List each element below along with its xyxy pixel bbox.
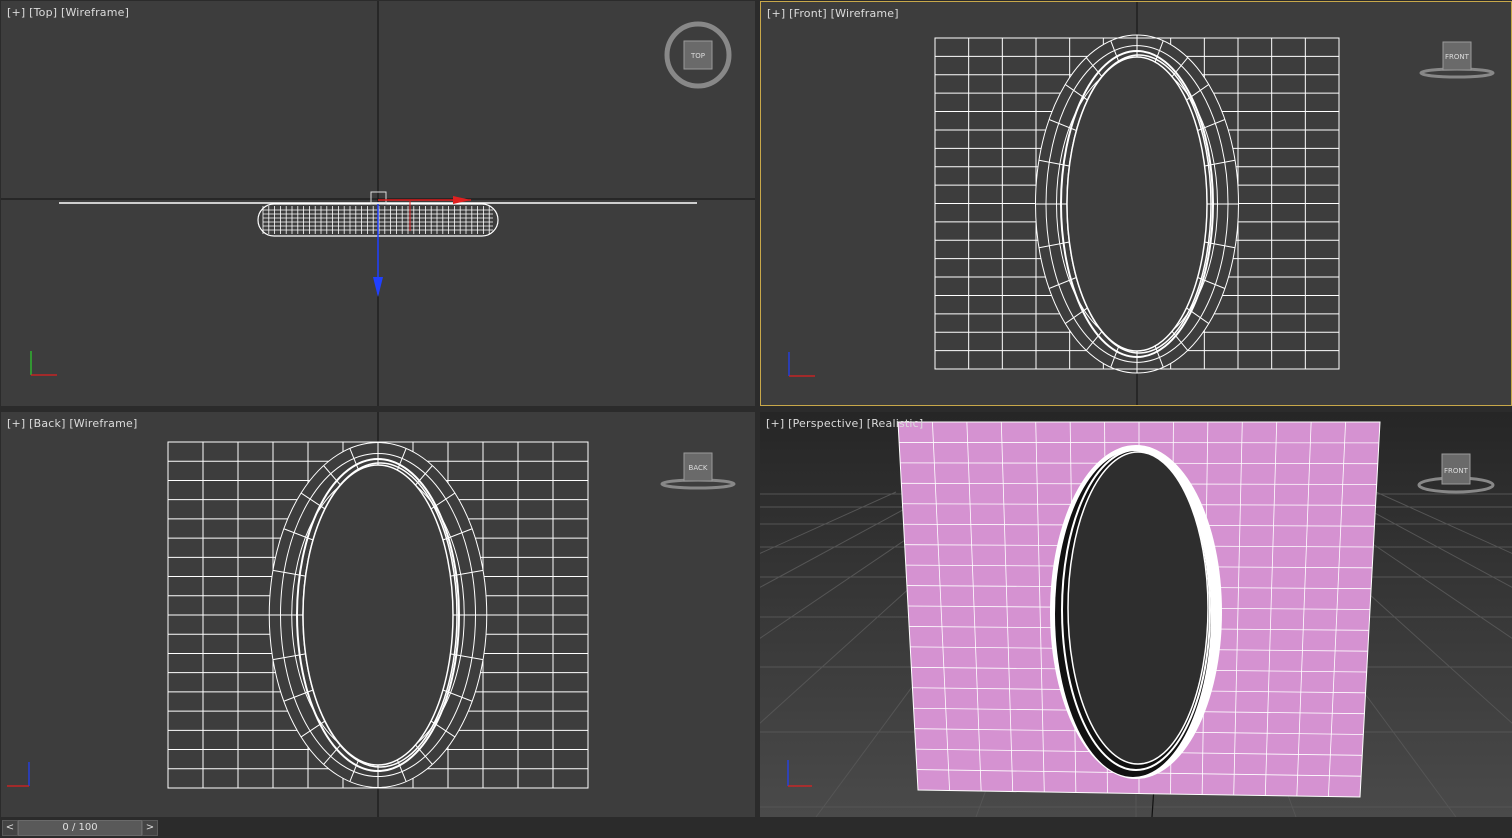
viewport-top[interactable]: TOP [+] [Top] [Wireframe] — [1, 1, 755, 406]
plane-wireframe[interactable] — [934, 34, 1340, 374]
prev-frame-button[interactable]: < — [2, 820, 18, 836]
plane-shaded[interactable] — [897, 421, 1381, 798]
viewport-shading-mode[interactable]: [Realistic] — [867, 417, 924, 430]
viewport-shading-mode[interactable]: [Wireframe] — [831, 7, 899, 20]
viewport-menu-plus[interactable]: [+] — [7, 6, 25, 19]
viewport-shading-mode[interactable]: [Wireframe] — [61, 6, 129, 19]
axis-tripod — [7, 762, 30, 787]
viewport-label-top[interactable]: [+] [Top] [Wireframe] — [7, 6, 129, 19]
svg-text:FRONT: FRONT — [1444, 467, 1469, 475]
viewport-perspective[interactable]: FRONT [+] [Perspective] [Realistic] — [760, 412, 1512, 817]
time-slider-bar: < 0 / 100 > — [0, 818, 1512, 838]
axis-tripod — [788, 352, 815, 377]
viewport-back[interactable]: BACK [+] [Back] [Wireframe] — [1, 412, 755, 817]
viewport-front[interactable]: FRONT [+] [Front] [Wireframe] — [760, 1, 1512, 406]
viewport-label-front[interactable]: [+] [Front] [Wireframe] — [767, 7, 899, 20]
viewport-back-canvas[interactable]: BACK — [1, 412, 755, 817]
svg-text:FRONT: FRONT — [1445, 53, 1470, 61]
time-slider[interactable]: 0 / 100 — [18, 820, 142, 836]
viewport-view-name[interactable]: [Perspective] — [788, 417, 863, 430]
viewport-menu-plus[interactable]: [+] — [766, 417, 784, 430]
view-cube-back[interactable]: BACK — [660, 452, 736, 490]
viewport-view-name[interactable]: [Back] — [29, 417, 66, 430]
viewport-label-perspective[interactable]: [+] [Perspective] [Realistic] — [766, 417, 923, 430]
viewport-view-name[interactable]: [Top] — [29, 6, 57, 19]
viewport-menu-plus[interactable]: [+] — [767, 7, 785, 20]
svg-text:BACK: BACK — [689, 464, 708, 472]
viewport-perspective-canvas[interactable]: FRONT — [760, 412, 1512, 817]
axis-tripod — [30, 351, 57, 376]
svg-text:TOP: TOP — [690, 52, 705, 60]
viewport-label-back[interactable]: [+] [Back] [Wireframe] — [7, 417, 137, 430]
next-frame-button[interactable]: > — [142, 820, 158, 836]
view-cube-front[interactable]: FRONT — [1419, 41, 1495, 79]
viewport-menu-plus[interactable]: [+] — [7, 417, 25, 430]
viewport-shading-mode[interactable]: [Wireframe] — [69, 417, 137, 430]
viewport-view-name[interactable]: [Front] — [789, 7, 827, 20]
plane-wireframe[interactable] — [167, 441, 589, 789]
viewport-top-canvas[interactable]: TOP — [1, 1, 755, 406]
viewport-front-canvas[interactable]: FRONT — [761, 2, 1512, 406]
view-cube-top[interactable]: TOP — [664, 21, 732, 89]
